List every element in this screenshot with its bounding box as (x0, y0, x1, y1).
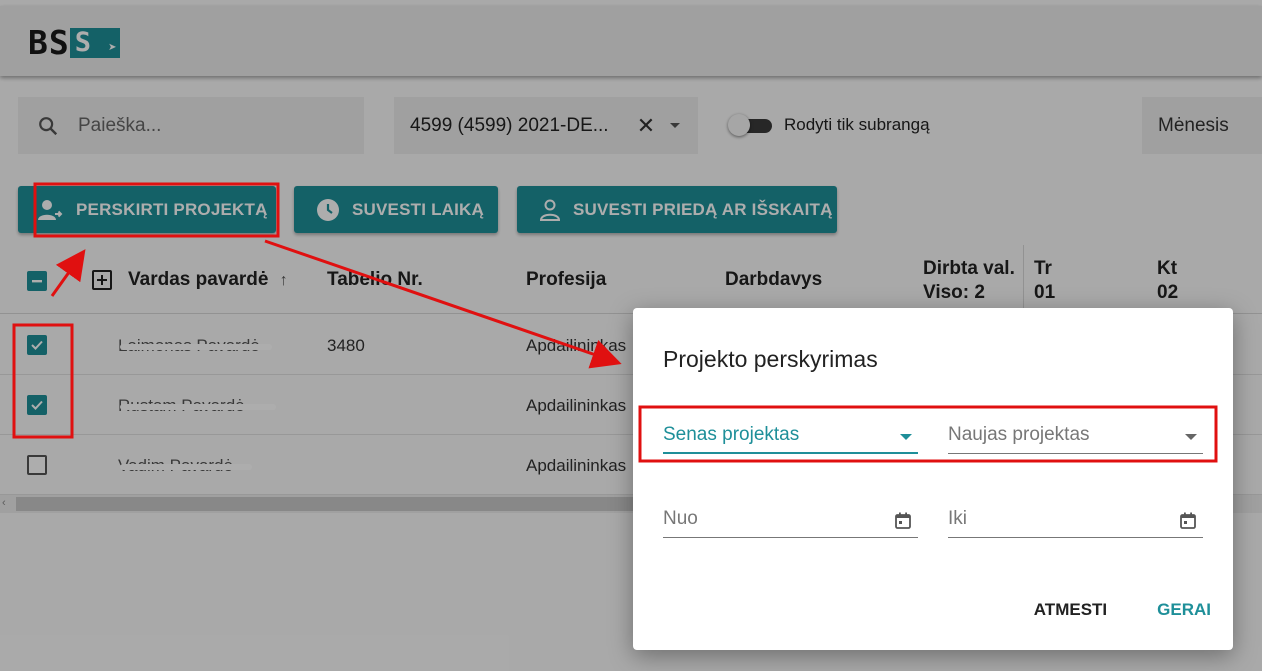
new-project-label: Naujas projektas (948, 424, 1090, 445)
project-reassign-dialog: Projekto perskyrimas Senas projektas Nau… (633, 308, 1233, 650)
chevron-down-icon (900, 434, 912, 440)
old-project-select[interactable]: Senas projektas (663, 420, 918, 454)
new-project-select[interactable]: Naujas projektas (948, 420, 1203, 454)
app-root: BS S ➤ 4599 (4599) 2021-DE... ✕ Rodyti t… (0, 0, 1262, 671)
calendar-icon[interactable] (894, 512, 912, 536)
ok-button[interactable]: GERAI (1135, 600, 1233, 620)
date-from-label: Nuo (663, 508, 698, 529)
date-to-label: Iki (948, 508, 967, 529)
chevron-down-icon (1185, 434, 1197, 440)
old-project-label: Senas projektas (663, 424, 800, 445)
dialog-actions: ATMESTI GERAI (1012, 600, 1233, 620)
date-from-field[interactable]: Nuo (663, 504, 918, 538)
dialog-title: Projekto perskyrimas (663, 346, 878, 372)
cancel-button[interactable]: ATMESTI (1012, 600, 1129, 620)
date-to-field[interactable]: Iki (948, 504, 1203, 538)
calendar-icon[interactable] (1179, 512, 1197, 536)
